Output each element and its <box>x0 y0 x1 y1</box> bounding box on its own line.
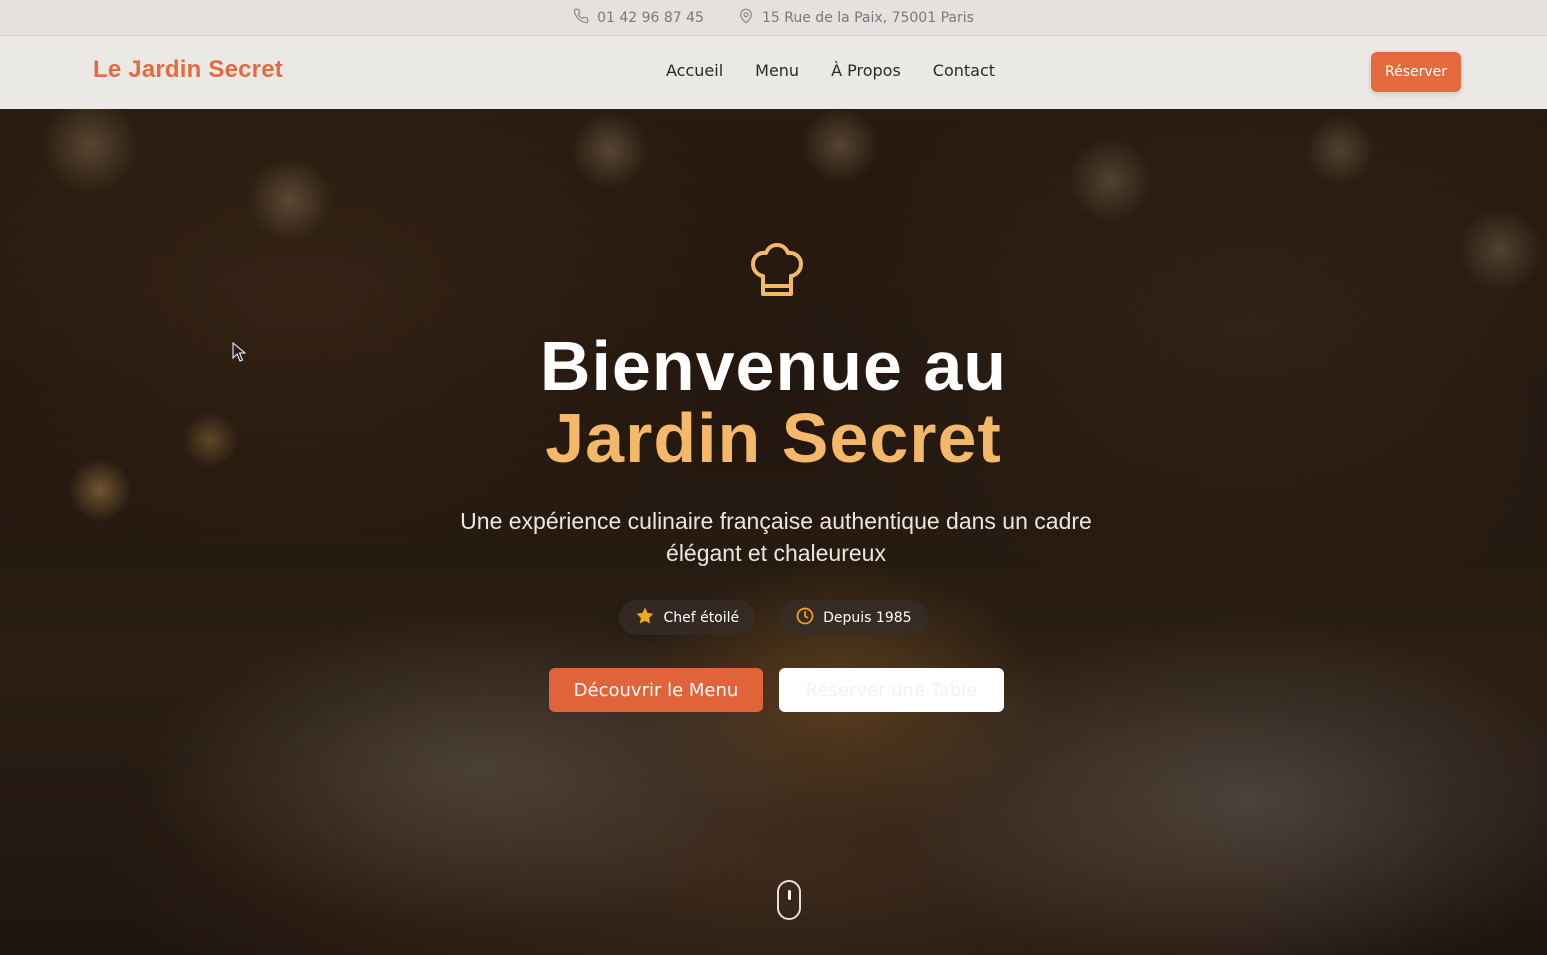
clock-icon <box>795 606 815 630</box>
badge-depuis: Depuis 1985 <box>779 600 928 635</box>
top-info-bar: 01 42 96 87 45 15 Rue de la Paix, 75001 … <box>0 0 1547 36</box>
hero-title-line1: Bienvenue au <box>539 327 1008 405</box>
badge-chef-etoile: Chef étoilé <box>619 600 756 635</box>
reserve-button[interactable]: Réserver <box>1371 52 1461 92</box>
hero-title-line2: Jardin Secret <box>545 399 1002 477</box>
chef-hat-icon <box>749 242 805 300</box>
nav-link-menu[interactable]: Menu <box>755 61 799 80</box>
nav-links: Accueil Menu À Propos Contact <box>666 61 995 80</box>
site-logo[interactable]: Le Jardin Secret <box>93 56 283 84</box>
map-pin-icon <box>738 8 754 28</box>
star-icon <box>635 606 655 630</box>
mouse-scroll-icon[interactable] <box>777 880 801 920</box>
mouse-cursor-icon <box>232 341 247 362</box>
hero-subtitle: Une expérience culinaire française authe… <box>460 508 1092 566</box>
phone-number: 01 42 96 87 45 <box>597 9 704 26</box>
nav-link-accueil[interactable]: Accueil <box>666 61 723 80</box>
phone-icon <box>573 8 589 28</box>
phone-info[interactable]: 01 42 96 87 45 <box>573 8 704 28</box>
hero-badges: Chef étoilé Depuis 1985 <box>0 600 1547 635</box>
scroll-wheel-dot <box>788 890 791 900</box>
nav-link-a-propos[interactable]: À Propos <box>831 61 901 80</box>
hero-cta-row: Découvrir le Menu Réserver une Table <box>549 668 1004 712</box>
address-info: 15 Rue de la Paix, 75001 Paris <box>738 8 974 28</box>
address-text: 15 Rue de la Paix, 75001 Paris <box>761 9 974 26</box>
hero-background-image <box>0 0 1547 955</box>
badge-label: Chef étoilé <box>663 609 740 626</box>
discover-menu-button[interactable]: Découvrir le Menu <box>549 668 763 712</box>
book-table-button[interactable]: Réserver une Table <box>779 668 1004 712</box>
nav-link-contact[interactable]: Contact <box>933 61 995 80</box>
badge-label: Depuis 1985 <box>823 609 912 626</box>
main-navbar: Le Jardin Secret Accueil Menu À Propos C… <box>0 36 1547 109</box>
